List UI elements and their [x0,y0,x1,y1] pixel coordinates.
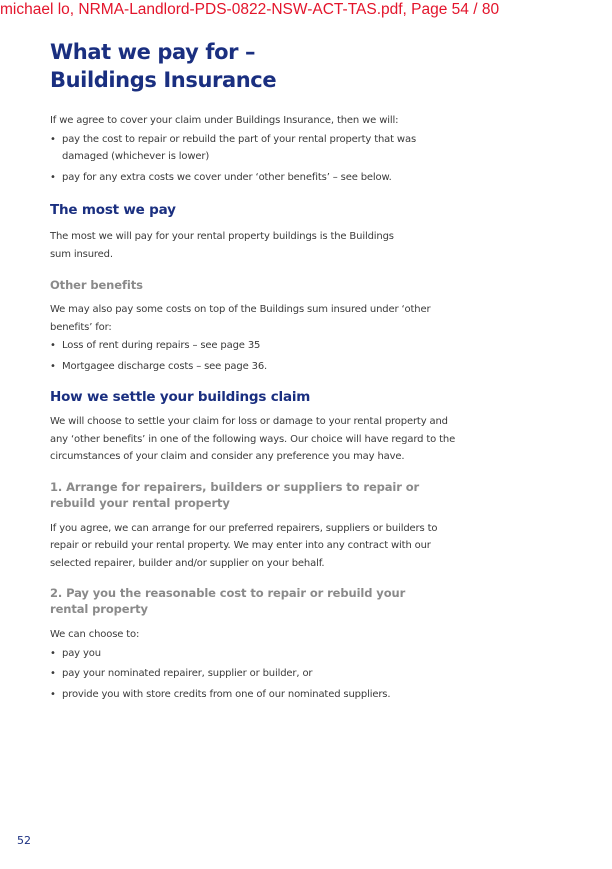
subsection-heading: 2. Pay you the reasonable cost to repair… [50,586,406,616]
page-number: 52 [17,834,31,847]
page-content: What we pay for – Buildings Insurance If… [50,38,460,706]
option-2-section: 2. Pay you the reasonable cost to repair… [50,585,460,703]
section-text: The most we will pay for your rental pro… [50,231,394,260]
list-item: • pay the cost to repair or rebuild the p… [50,131,460,166]
bullet-icon: • [50,668,56,679]
section-text: We will choose to settle your claim for … [50,416,456,462]
section-text: We can choose to: [50,629,140,640]
section-text: If you agree, we can arrange for our pre… [50,522,438,569]
bullet-icon: • [50,133,56,145]
list-item: • pay you [50,645,460,663]
list-item: • Loss of rent during repairs – see page … [50,337,460,355]
pdf-watermark: michael lo, NRMA-Landlord-PDS-0822-NSW-A… [0,1,500,18]
section-heading: The most we pay [50,202,176,218]
option-1-section: 1. Arrange for repairers, builders or su… [50,479,460,573]
list-item: • pay for any extra costs we cover under … [50,169,460,187]
other-benefits-section: Other benefits We may also pay some cost… [50,277,460,375]
bullet-icon: • [50,340,56,351]
page-title: What we pay for – Buildings Insurance [50,38,460,94]
most-we-pay-section: The most we pay The most we will pay for… [50,201,460,263]
intro-bullet-list: • pay the cost to repair or rebuild the p… [50,131,460,187]
page-title-line-2: Buildings Insurance [50,68,277,92]
list-item: • pay your nominated repairer, supplier o… [50,665,460,683]
section-text: We may also pay some costs on top of the… [50,304,431,333]
other-benefits-bullet-list: • Loss of rent during repairs – see page … [50,337,460,375]
list-item: • Mortgagee discharge costs – see page 36… [50,358,460,376]
subsection-heading: Other benefits [50,278,143,292]
settle-claim-section: How we settle your buildings claim We wi… [50,388,460,466]
intro-section: If we agree to cover your claim under Bu… [50,112,460,186]
bullet-icon: • [50,647,56,659]
bullet-icon: • [50,360,56,372]
bullet-icon: • [50,171,56,183]
subsection-heading: 1. Arrange for repairers, builders or su… [50,479,420,510]
section-heading: How we settle your buildings claim [50,389,311,405]
page-title-line-1: What we pay for – [50,40,256,64]
option-2-bullet-list: • pay you • pay your nominated repairer, s… [50,645,460,704]
bullet-icon: • [50,688,56,700]
intro-text: If we agree to cover your claim under Bu… [50,115,399,126]
list-item: • provide you with store credits from one… [50,686,460,704]
